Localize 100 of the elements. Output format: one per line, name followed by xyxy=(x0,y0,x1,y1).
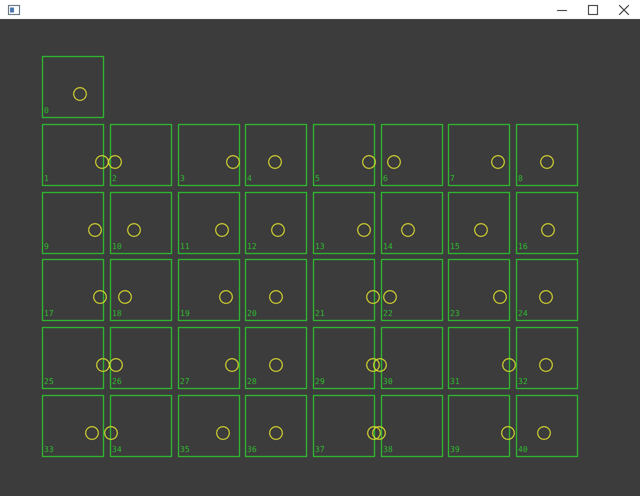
grid-square xyxy=(516,192,578,254)
square-number: 6 xyxy=(383,174,388,183)
ring-marker xyxy=(372,426,386,440)
square-number: 20 xyxy=(247,309,257,318)
ring-marker xyxy=(366,290,380,304)
ring-marker xyxy=(539,358,553,372)
ring-marker xyxy=(269,358,283,372)
grid-square xyxy=(516,326,578,390)
ring-marker xyxy=(539,290,553,304)
ring-marker xyxy=(85,426,99,440)
square-number: 16 xyxy=(518,242,528,251)
ring-marker xyxy=(502,358,516,372)
ring-marker xyxy=(269,290,283,304)
grid-square xyxy=(110,258,172,322)
grid-square xyxy=(448,192,510,254)
square-number: 28 xyxy=(247,377,257,386)
grid-square xyxy=(312,326,376,390)
ring-marker xyxy=(219,290,233,304)
ring-marker xyxy=(541,223,555,237)
grid-square xyxy=(110,124,172,186)
square-number: 5 xyxy=(315,174,320,183)
ring-marker xyxy=(269,426,283,440)
ring-marker xyxy=(367,426,381,440)
grid-square xyxy=(448,394,510,458)
grid-square xyxy=(178,192,240,254)
grid-square xyxy=(42,258,104,322)
grid-square xyxy=(312,394,376,458)
square-number: 31 xyxy=(450,377,460,386)
square-number: 25 xyxy=(44,377,54,386)
square-number: 35 xyxy=(180,445,190,454)
grid-square xyxy=(110,192,172,254)
square-number: 30 xyxy=(383,377,393,386)
square-number: 0 xyxy=(44,106,49,115)
ring-marker xyxy=(216,426,230,440)
square-number: 10 xyxy=(112,242,122,251)
ring-marker xyxy=(387,155,401,169)
grid-square xyxy=(312,258,376,322)
grid-square xyxy=(178,124,240,186)
grid-square xyxy=(42,56,104,118)
grid-square xyxy=(244,258,308,322)
ring-marker xyxy=(268,155,282,169)
square-number: 18 xyxy=(112,309,122,318)
grid-square xyxy=(516,124,578,186)
ring-marker xyxy=(127,223,141,237)
ring-marker xyxy=(215,223,229,237)
close-icon[interactable] xyxy=(618,4,628,14)
square-number: 27 xyxy=(180,377,190,386)
square-number: 7 xyxy=(450,174,455,183)
square-number: 13 xyxy=(315,242,325,251)
grid-square xyxy=(312,124,376,186)
grid-square xyxy=(178,326,240,390)
grid-square xyxy=(244,394,308,458)
square-number: 26 xyxy=(112,377,122,386)
grid-square xyxy=(110,326,172,390)
grid-square xyxy=(448,124,510,186)
ring-marker xyxy=(104,426,118,440)
grid-square xyxy=(42,326,104,390)
square-number: 32 xyxy=(518,377,528,386)
ring-marker xyxy=(73,87,87,101)
grid-square xyxy=(380,124,444,186)
grid-square xyxy=(42,124,104,186)
grid-square xyxy=(448,326,510,390)
square-number: 17 xyxy=(44,309,54,318)
grid-square xyxy=(380,192,444,254)
ring-marker xyxy=(537,426,551,440)
grid-square xyxy=(42,192,104,254)
square-number: 37 xyxy=(315,445,325,454)
square-number: 23 xyxy=(450,309,460,318)
square-number: 4 xyxy=(247,174,252,183)
square-number: 3 xyxy=(180,174,185,183)
square-number: 21 xyxy=(315,309,325,318)
square-number: 34 xyxy=(112,445,122,454)
ring-marker xyxy=(118,290,132,304)
ring-marker xyxy=(226,155,240,169)
grid-square xyxy=(448,258,510,322)
ring-marker xyxy=(540,155,554,169)
grid-square xyxy=(380,258,444,322)
square-number: 19 xyxy=(180,309,190,318)
grid-square xyxy=(178,258,240,322)
ring-marker xyxy=(493,290,507,304)
ring-marker xyxy=(491,155,505,169)
grid-square xyxy=(244,124,308,186)
square-number: 9 xyxy=(44,242,49,251)
grid-square xyxy=(516,258,578,322)
square-number: 14 xyxy=(383,242,393,251)
ring-marker xyxy=(383,290,397,304)
grid-square xyxy=(380,326,444,390)
ring-marker xyxy=(88,223,102,237)
square-number: 8 xyxy=(518,174,523,183)
square-number: 22 xyxy=(383,309,393,318)
square-number: 11 xyxy=(180,242,190,251)
grid-square xyxy=(244,326,308,390)
grid-square xyxy=(244,192,308,254)
ring-marker xyxy=(225,358,239,372)
square-number: 40 xyxy=(518,445,528,454)
maximize-icon[interactable] xyxy=(588,4,598,14)
grid-square xyxy=(380,394,444,458)
square-number: 38 xyxy=(383,445,393,454)
square-number: 1 xyxy=(44,174,49,183)
square-number: 39 xyxy=(450,445,460,454)
